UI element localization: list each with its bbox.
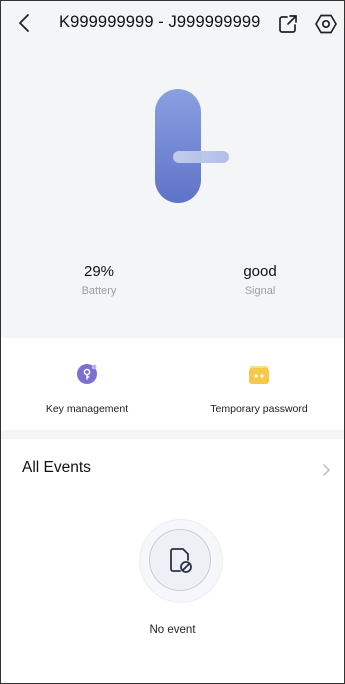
- key-management-button[interactable]: Key management: [1, 338, 173, 430]
- temporary-password-button[interactable]: Temporary password: [173, 338, 344, 430]
- signal-value: good: [243, 263, 277, 280]
- key-management-label: Key management: [45, 403, 129, 415]
- signal-stat: good Signal: [210, 263, 310, 297]
- signal-label: Signal: [244, 285, 276, 297]
- all-events-row[interactable]: All Events: [1, 439, 344, 483]
- external-link-icon: [279, 15, 297, 33]
- password-card-icon: [249, 366, 269, 384]
- settings-button[interactable]: [314, 12, 338, 36]
- temporary-password-label: Temporary password: [210, 403, 308, 415]
- hexagon-settings-icon: [315, 14, 337, 34]
- app-screen: K999999999 - J999999999 29% Battery good…: [0, 0, 345, 684]
- chevron-right-icon: [323, 464, 330, 476]
- actions-card: Key management Temporary password: [1, 338, 344, 430]
- battery-label: Battery: [81, 285, 117, 297]
- chevron-left-icon: [19, 14, 29, 32]
- file-blocked-icon: [170, 548, 192, 573]
- key-icon: [77, 364, 97, 384]
- device-title: K999999999 - J999999999: [59, 13, 261, 31]
- all-events-title: All Events: [22, 459, 91, 476]
- battery-value: 29%: [83, 263, 115, 280]
- events-section: All Events No event: [1, 439, 344, 683]
- top-bar: K999999999 - J999999999: [1, 1, 344, 47]
- share-button[interactable]: [277, 13, 299, 35]
- smart-lock-icon: [151, 87, 241, 207]
- battery-stat: 29% Battery: [49, 263, 149, 297]
- no-event-label: No event: [149, 624, 196, 636]
- lock-status-panel: 29% Battery good Signal: [1, 47, 344, 337]
- back-button[interactable]: [15, 12, 35, 34]
- empty-state-illustration: [139, 519, 223, 603]
